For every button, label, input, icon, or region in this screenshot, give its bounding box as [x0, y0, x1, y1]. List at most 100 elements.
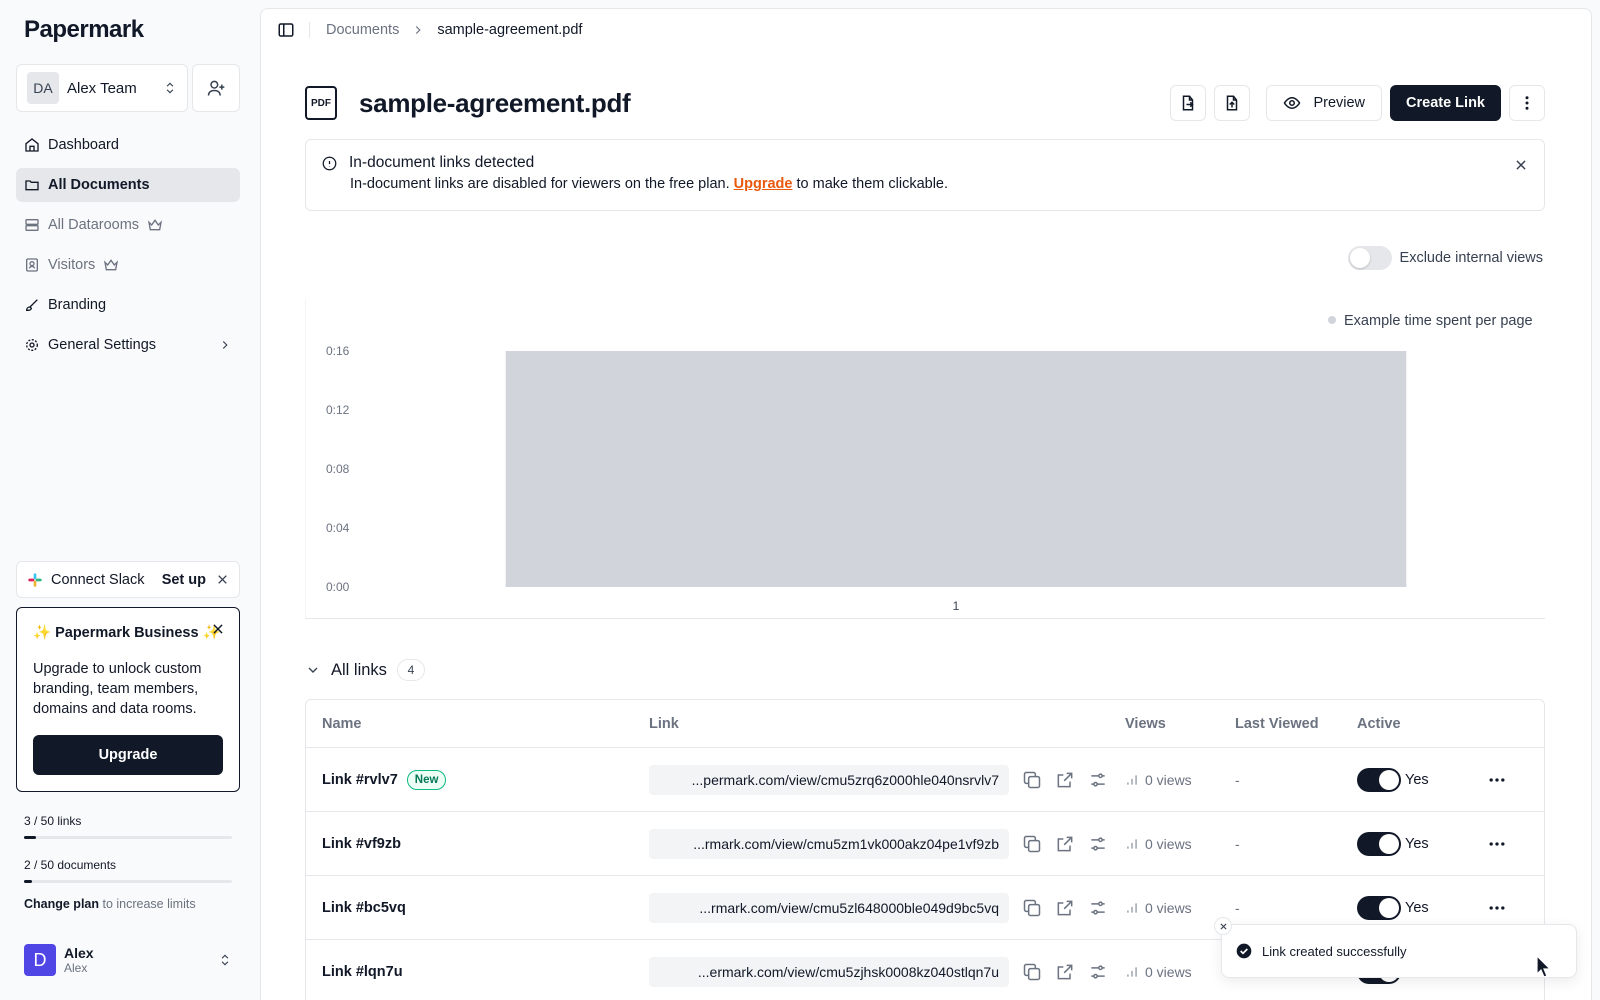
sidebar: Papermark DA Alex Team Dashboard All Doc…: [0, 0, 256, 1000]
copy-icon[interactable]: [1022, 898, 1042, 918]
link-active-switch[interactable]: [1357, 895, 1401, 920]
external-link-icon[interactable]: [1055, 770, 1075, 790]
upgrade-button[interactable]: Upgrade: [33, 735, 223, 775]
crown-icon: [148, 219, 163, 231]
team-avatar: DA: [27, 72, 59, 104]
documents-limit-label: 2 / 50 documents: [24, 858, 117, 872]
topbar: Documents sample-agreement.pdf: [277, 20, 582, 40]
preview-button[interactable]: Preview: [1266, 85, 1383, 121]
links-limit: 3 / 50 links: [24, 814, 232, 839]
page-title[interactable]: sample-agreement.pdf: [359, 88, 631, 119]
legend-label: Example time spent per page: [1344, 313, 1533, 329]
link-url-field[interactable]: ...permark.com/view/cmu5zrq6z000hle040ns…: [649, 764, 1009, 795]
legend-dot: [1328, 316, 1336, 324]
mouse-cursor-icon: [1536, 954, 1552, 978]
link-more-cell: [1467, 834, 1527, 854]
sidebar-item-dashboard[interactable]: Dashboard: [16, 128, 240, 162]
all-links-title: All links: [331, 660, 387, 679]
external-link-icon[interactable]: [1055, 962, 1075, 982]
copy-icon[interactable]: [1022, 834, 1042, 854]
sidebar-item-visitors[interactable]: Visitors: [16, 248, 240, 282]
chevrons-up-down-icon: [166, 82, 174, 94]
download-file-button[interactable]: [1170, 85, 1207, 121]
sidebar-item-all-datarooms[interactable]: All Datarooms: [16, 208, 240, 242]
all-links-toggle[interactable]: All links 4: [305, 659, 425, 681]
y-tick-label: 0:08: [326, 462, 350, 476]
change-plan-rest: to increase limits: [99, 897, 196, 911]
server-icon: [25, 219, 39, 231]
close-icon[interactable]: [211, 622, 225, 636]
documents-limit-bar: [24, 880, 232, 883]
more-horizontal-icon[interactable]: [1487, 834, 1507, 854]
sidebar-item-label: All Documents: [48, 177, 150, 193]
chevron-right-icon: [416, 26, 421, 34]
y-tick-label: 0:12: [326, 403, 350, 417]
change-plan-note: Change plan to increase limits: [24, 897, 196, 911]
col-views[interactable]: Views: [1125, 716, 1235, 732]
copy-icon[interactable]: [1022, 962, 1042, 982]
team-switcher[interactable]: DA Alex Team: [16, 64, 188, 112]
more-horizontal-icon[interactable]: [1487, 770, 1507, 790]
link-url-field[interactable]: ...rmark.com/view/cmu5zl648000ble049d9bc…: [649, 892, 1009, 923]
create-link-button[interactable]: Create Link: [1390, 85, 1501, 121]
chart-bar[interactable]: [505, 351, 1407, 587]
more-vertical-icon: [1525, 96, 1529, 110]
toast-message: Link created successfully: [1262, 943, 1407, 959]
table-header: Name Link Views Last Viewed Active: [306, 700, 1544, 748]
close-icon[interactable]: [216, 573, 229, 586]
link-url-field[interactable]: ...ermark.com/view/cmu5zjhsk0008kz040stl…: [649, 956, 1009, 987]
copy-icon[interactable]: [1022, 770, 1042, 790]
close-icon[interactable]: [1514, 158, 1528, 172]
alert-body-text-end: to make them clickable.: [792, 176, 949, 192]
settings-sliders-icon[interactable]: [1088, 898, 1108, 918]
team-name: Alex Team: [67, 79, 137, 97]
settings-sliders-icon[interactable]: [1088, 770, 1108, 790]
sidebar-toggle-icon[interactable]: [277, 21, 295, 39]
upload-version-button[interactable]: [1214, 85, 1251, 121]
sidebar-item-all-documents[interactable]: All Documents: [16, 168, 240, 202]
link-name[interactable]: Link #lqn7u: [322, 964, 403, 980]
link-url-cell: ...rmark.com/view/cmu5zl648000ble049d9bc…: [649, 892, 1125, 923]
settings-sliders-icon[interactable]: [1088, 962, 1108, 982]
link-url-field[interactable]: ...rmark.com/view/cmu5zm1vk000akz04pe1vf…: [649, 828, 1009, 859]
link-url-cell: ...ermark.com/view/cmu5zjhsk0008kz040stl…: [649, 956, 1125, 987]
link-active-switch[interactable]: [1357, 831, 1401, 856]
external-link-icon[interactable]: [1055, 898, 1075, 918]
exclude-internal-switch[interactable]: [1347, 246, 1392, 270]
sidebar-item-general-settings[interactable]: General Settings: [16, 328, 240, 362]
in-document-links-alert: In-document links detected In-document l…: [305, 139, 1545, 211]
gear-icon: [26, 339, 38, 351]
settings-sliders-icon[interactable]: [1088, 834, 1108, 854]
toast-close-button[interactable]: [1214, 917, 1232, 935]
alert-upgrade-link[interactable]: Upgrade: [734, 176, 793, 192]
close-icon: [1219, 922, 1227, 930]
link-name[interactable]: Link #rvlv7: [322, 772, 398, 788]
change-plan-link[interactable]: Change plan: [24, 897, 99, 911]
home-icon: [25, 138, 39, 152]
business-card-text: Upgrade to unlock custom branding, team …: [33, 661, 202, 717]
link-name[interactable]: Link #vf9zb: [322, 836, 401, 852]
more-horizontal-icon[interactable]: [1487, 898, 1507, 918]
user-menu[interactable]: D Alex Alex: [24, 944, 232, 976]
slack-setup-button[interactable]: Set up: [162, 572, 206, 588]
link-active-switch[interactable]: [1357, 767, 1401, 792]
breadcrumb-documents[interactable]: Documents: [326, 22, 399, 38]
exclude-internal-views-toggle[interactable]: Exclude internal views: [1347, 246, 1543, 270]
link-url-cell: ...permark.com/view/cmu5zrq6z000hle040ns…: [649, 764, 1125, 795]
user-plus-icon: [207, 80, 225, 96]
invite-member-button[interactable]: [192, 64, 240, 112]
col-name[interactable]: Name: [306, 716, 649, 732]
info-icon: [322, 156, 337, 170]
logo[interactable]: Papermark: [24, 16, 144, 44]
document-header: PDF sample-agreement.pdf Preview Create …: [305, 83, 1545, 123]
more-options-button[interactable]: [1509, 85, 1545, 121]
col-link: Link: [649, 715, 679, 732]
link-name-cell: Link #bc5vq: [306, 900, 649, 916]
sidebar-item-label: All Datarooms: [48, 217, 140, 233]
link-views: 0 views: [1145, 771, 1192, 788]
link-name[interactable]: Link #bc5vq: [322, 900, 406, 916]
sidebar-item-branding[interactable]: Branding: [16, 288, 240, 322]
col-active: Active: [1357, 715, 1401, 732]
external-link-icon[interactable]: [1055, 834, 1075, 854]
col-last-viewed[interactable]: Last Viewed: [1235, 716, 1357, 732]
